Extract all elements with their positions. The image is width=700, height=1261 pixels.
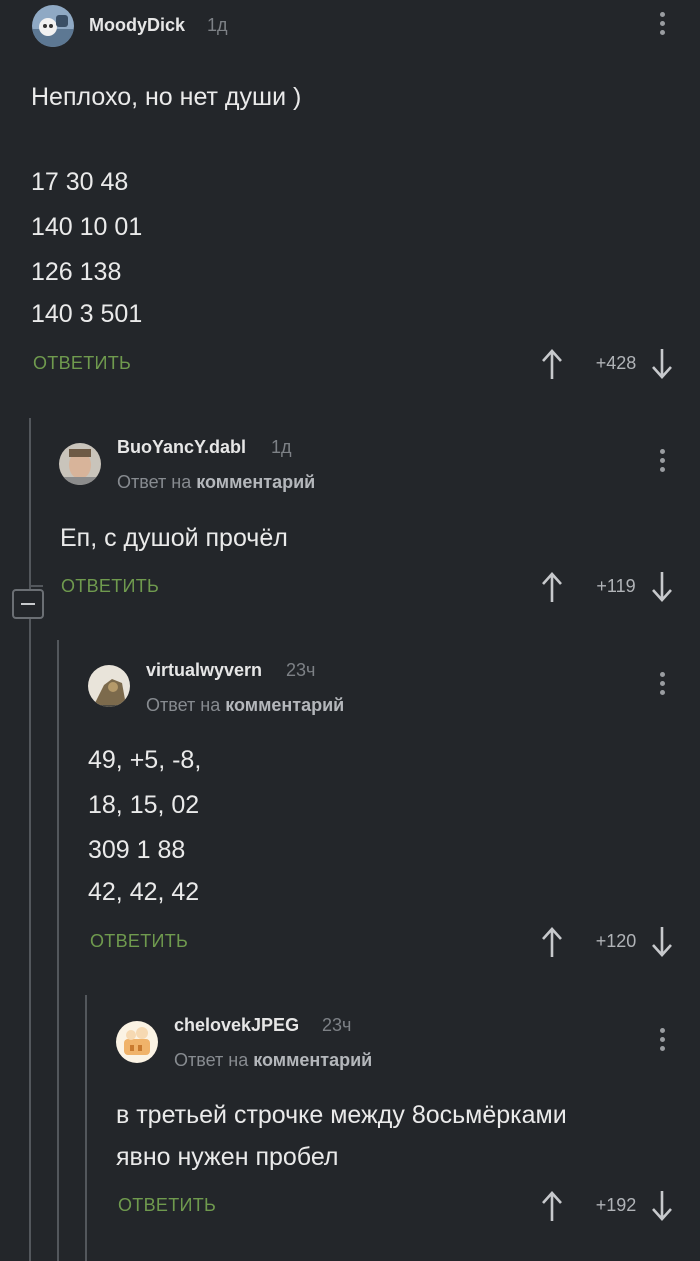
downvote-arrow-icon[interactable] bbox=[650, 925, 674, 959]
upvote-arrow-icon[interactable] bbox=[540, 570, 564, 604]
vote-score: +428 bbox=[595, 353, 637, 373]
vote-score: +192 bbox=[595, 1195, 637, 1215]
more-options-icon[interactable] bbox=[658, 12, 666, 40]
vote-controls: +119 bbox=[540, 570, 690, 604]
avatar[interactable] bbox=[32, 5, 74, 47]
user-avatar-icon bbox=[59, 443, 101, 485]
comment-text-line: 18, 15, 02 bbox=[88, 791, 200, 819]
comment-text-line: 309 1 88 bbox=[88, 836, 186, 864]
comment-text-line: 140 3 501 bbox=[31, 300, 143, 328]
comment-time: 23ч bbox=[286, 660, 316, 680]
comment-text-line: в третьей строчке между 8осьмёрками bbox=[116, 1101, 567, 1129]
downvote-arrow-icon[interactable] bbox=[650, 570, 674, 604]
thread-line-level-3 bbox=[85, 995, 87, 1261]
comment-text-line: явно нужен пробел bbox=[116, 1143, 339, 1171]
comment-text-line: 140 10 01 bbox=[31, 213, 143, 241]
upvote-arrow-icon[interactable] bbox=[540, 925, 564, 959]
comment-time: 1д bbox=[271, 437, 292, 457]
reply-target-link[interactable]: комментарий bbox=[196, 472, 315, 492]
reply-target-link[interactable]: комментарий bbox=[225, 695, 344, 715]
thread-line-level-2 bbox=[57, 640, 59, 1261]
upvote-arrow-icon[interactable] bbox=[540, 347, 564, 381]
reply-button[interactable]: ОТВЕТИТЬ bbox=[90, 931, 188, 952]
comment-time: 1д bbox=[207, 15, 228, 35]
username[interactable]: chelovekJPEG bbox=[174, 1015, 299, 1036]
reply-button[interactable]: ОТВЕТИТЬ bbox=[61, 576, 159, 597]
collapse-thread-button[interactable] bbox=[12, 589, 44, 619]
more-options-icon[interactable] bbox=[658, 449, 666, 477]
avatar[interactable] bbox=[88, 665, 130, 707]
reply-button[interactable]: ОТВЕТИТЬ bbox=[33, 353, 131, 374]
comment-text-line: Еп, с душой прочёл bbox=[60, 524, 288, 552]
reply-to-label: Ответ на комментарий bbox=[174, 1050, 373, 1070]
comment-text-line: 17 30 48 bbox=[31, 168, 129, 196]
upvote-arrow-icon[interactable] bbox=[540, 1189, 564, 1223]
username[interactable]: virtualwyvern bbox=[146, 660, 262, 681]
reply-button[interactable]: ОТВЕТИТЬ bbox=[118, 1195, 216, 1216]
vote-controls: +428 bbox=[540, 347, 690, 381]
comment-time: 23ч bbox=[322, 1015, 352, 1035]
username[interactable]: BuoYancY.dabl bbox=[117, 437, 246, 458]
comment-text-line: 42, 42, 42 bbox=[88, 878, 200, 906]
more-options-icon[interactable] bbox=[658, 672, 666, 700]
more-options-icon[interactable] bbox=[658, 1028, 666, 1056]
thread-connector bbox=[29, 585, 43, 587]
user-avatar-icon bbox=[116, 1021, 158, 1063]
reply-target-link[interactable]: комментарий bbox=[253, 1050, 372, 1070]
minus-icon bbox=[21, 603, 35, 605]
user-avatar-icon bbox=[88, 665, 130, 707]
vote-score: +119 bbox=[596, 576, 636, 596]
vote-controls: +120 bbox=[540, 925, 690, 959]
avatar[interactable] bbox=[59, 443, 101, 485]
downvote-arrow-icon[interactable] bbox=[650, 1189, 674, 1223]
comment-text-line: 126 138 bbox=[31, 258, 122, 286]
thread-line-level-1 bbox=[29, 418, 31, 1261]
comment-text-line: 49, +5, -8, bbox=[88, 746, 202, 774]
avatar[interactable] bbox=[116, 1021, 158, 1063]
vote-controls: +192 bbox=[540, 1189, 690, 1223]
comment-text-line: Неплохо, но нет души ) bbox=[31, 83, 302, 111]
user-avatar-icon bbox=[32, 5, 74, 47]
reply-to-label: Ответ на комментарий bbox=[146, 695, 345, 715]
reply-to-label: Ответ на комментарий bbox=[117, 472, 316, 492]
vote-score: +120 bbox=[595, 931, 637, 951]
downvote-arrow-icon[interactable] bbox=[650, 347, 674, 381]
username[interactable]: MoodyDick bbox=[89, 15, 185, 36]
